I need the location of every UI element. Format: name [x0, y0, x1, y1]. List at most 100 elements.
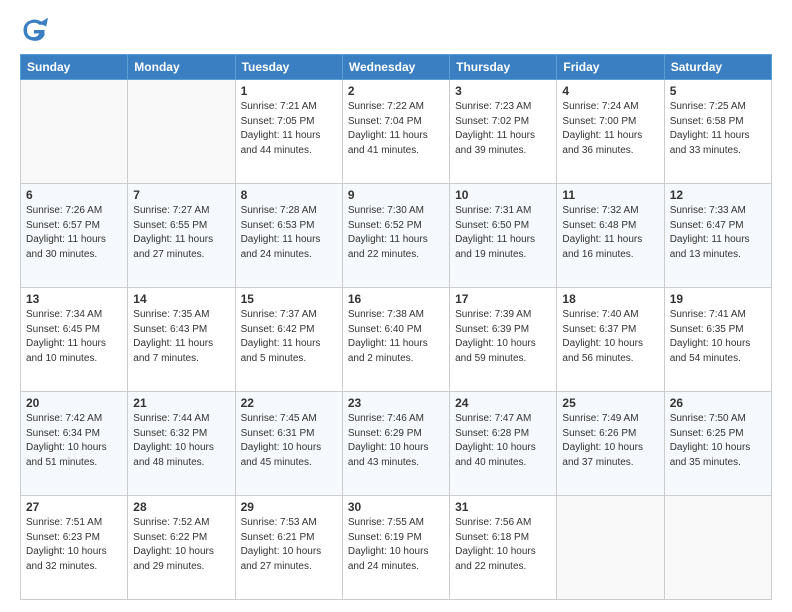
cell-info: Sunrise: 7:21 AMSunset: 7:05 PMDaylight:…	[241, 100, 337, 158]
calendar-cell: 29 Sunrise: 7:53 AMSunset: 6:21 PMDayligh…	[235, 496, 342, 600]
day-number: 16	[348, 292, 444, 306]
day-number: 29	[241, 500, 337, 514]
weekday-header-thursday: Thursday	[450, 55, 557, 80]
calendar-cell: 14 Sunrise: 7:35 AMSunset: 6:43 PMDayligh…	[128, 288, 235, 392]
cell-info: Sunrise: 7:50 AMSunset: 6:25 PMDaylight:…	[670, 412, 766, 470]
calendar-cell: 11 Sunrise: 7:32 AMSunset: 6:48 PMDayligh…	[557, 184, 664, 288]
calendar-cell: 28 Sunrise: 7:52 AMSunset: 6:22 PMDayligh…	[128, 496, 235, 600]
cell-info: Sunrise: 7:44 AMSunset: 6:32 PMDaylight:…	[133, 412, 229, 470]
week-row-4: 20 Sunrise: 7:42 AMSunset: 6:34 PMDayligh…	[21, 392, 772, 496]
day-number: 3	[455, 84, 551, 98]
cell-info: Sunrise: 7:33 AMSunset: 6:47 PMDaylight:…	[670, 204, 766, 262]
week-row-2: 6 Sunrise: 7:26 AMSunset: 6:57 PMDaylight…	[21, 184, 772, 288]
day-number: 28	[133, 500, 229, 514]
cell-info: Sunrise: 7:42 AMSunset: 6:34 PMDaylight:…	[26, 412, 122, 470]
calendar-cell: 30Sunrise: 7:55 AMSunset: 6:19 PMDayligh…	[342, 496, 449, 600]
calendar-cell: 25Sunrise: 7:49 AMSunset: 6:26 PMDayligh…	[557, 392, 664, 496]
cell-info: Sunrise: 7:46 AMSunset: 6:29 PMDaylight:…	[348, 412, 444, 470]
calendar-cell: 26 Sunrise: 7:50 AMSunset: 6:25 PMDayligh…	[664, 392, 771, 496]
calendar-cell: 19Sunrise: 7:41 AMSunset: 6:35 PMDayligh…	[664, 288, 771, 392]
cell-info: Sunrise: 7:26 AMSunset: 6:57 PMDaylight:…	[26, 204, 122, 262]
cell-info: Sunrise: 7:53 AMSunset: 6:21 PMDaylight:…	[241, 516, 337, 574]
day-number: 6	[26, 188, 122, 202]
calendar-cell: 16 Sunrise: 7:38 AMSunset: 6:40 PMDayligh…	[342, 288, 449, 392]
logo	[20, 16, 52, 44]
day-number: 31	[455, 500, 551, 514]
day-number: 19	[670, 292, 766, 306]
day-number: 22	[241, 396, 337, 410]
calendar-cell: 20 Sunrise: 7:42 AMSunset: 6:34 PMDayligh…	[21, 392, 128, 496]
calendar-table: SundayMondayTuesdayWednesdayThursdayFrid…	[20, 54, 772, 600]
calendar-cell: 7 Sunrise: 7:27 AMSunset: 6:55 PMDaylight…	[128, 184, 235, 288]
calendar-cell	[128, 80, 235, 184]
calendar-cell: 10 Sunrise: 7:31 AMSunset: 6:50 PMDayligh…	[450, 184, 557, 288]
day-number: 20	[26, 396, 122, 410]
cell-info: Sunrise: 7:31 AMSunset: 6:50 PMDaylight:…	[455, 204, 551, 262]
day-number: 5	[670, 84, 766, 98]
day-number: 10	[455, 188, 551, 202]
cell-info: Sunrise: 7:40 AMSunset: 6:37 PMDaylight:…	[562, 308, 658, 366]
week-row-3: 13 Sunrise: 7:34 AMSunset: 6:45 PMDayligh…	[21, 288, 772, 392]
day-number: 14	[133, 292, 229, 306]
header	[20, 16, 772, 44]
calendar-cell: 18 Sunrise: 7:40 AMSunset: 6:37 PMDayligh…	[557, 288, 664, 392]
cell-info: Sunrise: 7:34 AMSunset: 6:45 PMDaylight:…	[26, 308, 122, 366]
week-row-5: 27Sunrise: 7:51 AMSunset: 6:23 PMDayligh…	[21, 496, 772, 600]
cell-info: Sunrise: 7:30 AMSunset: 6:52 PMDaylight:…	[348, 204, 444, 262]
week-row-1: 1 Sunrise: 7:21 AMSunset: 7:05 PMDaylight…	[21, 80, 772, 184]
day-number: 4	[562, 84, 658, 98]
calendar-cell: 24 Sunrise: 7:47 AMSunset: 6:28 PMDayligh…	[450, 392, 557, 496]
day-number: 12	[670, 188, 766, 202]
day-number: 1	[241, 84, 337, 98]
cell-info: Sunrise: 7:47 AMSunset: 6:28 PMDaylight:…	[455, 412, 551, 470]
calendar-cell: 22 Sunrise: 7:45 AMSunset: 6:31 PMDayligh…	[235, 392, 342, 496]
weekday-header-wednesday: Wednesday	[342, 55, 449, 80]
cell-info: Sunrise: 7:37 AMSunset: 6:42 PMDaylight:…	[241, 308, 337, 366]
calendar-cell: 31 Sunrise: 7:56 AMSunset: 6:18 PMDayligh…	[450, 496, 557, 600]
cell-info: Sunrise: 7:35 AMSunset: 6:43 PMDaylight:…	[133, 308, 229, 366]
cell-info: Sunrise: 7:45 AMSunset: 6:31 PMDaylight:…	[241, 412, 337, 470]
cell-info: Sunrise: 7:52 AMSunset: 6:22 PMDaylight:…	[133, 516, 229, 574]
cell-info: Sunrise: 7:56 AMSunset: 6:18 PMDaylight:…	[455, 516, 551, 574]
calendar-cell: 15 Sunrise: 7:37 AMSunset: 6:42 PMDayligh…	[235, 288, 342, 392]
day-number: 15	[241, 292, 337, 306]
calendar-cell: 6 Sunrise: 7:26 AMSunset: 6:57 PMDaylight…	[21, 184, 128, 288]
day-number: 18	[562, 292, 658, 306]
cell-info: Sunrise: 7:38 AMSunset: 6:40 PMDaylight:…	[348, 308, 444, 366]
cell-info: Sunrise: 7:49 AMSunset: 6:26 PMDaylight:…	[562, 412, 658, 470]
calendar-cell: 21 Sunrise: 7:44 AMSunset: 6:32 PMDayligh…	[128, 392, 235, 496]
day-number: 24	[455, 396, 551, 410]
calendar-cell: 4 Sunrise: 7:24 AMSunset: 7:00 PMDaylight…	[557, 80, 664, 184]
day-number: 7	[133, 188, 229, 202]
weekday-header-sunday: Sunday	[21, 55, 128, 80]
calendar-cell: 2Sunrise: 7:22 AMSunset: 7:04 PMDaylight…	[342, 80, 449, 184]
weekday-header-friday: Friday	[557, 55, 664, 80]
page: SundayMondayTuesdayWednesdayThursdayFrid…	[0, 0, 792, 612]
day-number: 30	[348, 500, 444, 514]
cell-info: Sunrise: 7:22 AMSunset: 7:04 PMDaylight:…	[348, 100, 444, 158]
calendar-cell: 1 Sunrise: 7:21 AMSunset: 7:05 PMDaylight…	[235, 80, 342, 184]
calendar-cell: 23 Sunrise: 7:46 AMSunset: 6:29 PMDayligh…	[342, 392, 449, 496]
day-number: 8	[241, 188, 337, 202]
weekday-header-row: SundayMondayTuesdayWednesdayThursdayFrid…	[21, 55, 772, 80]
cell-info: Sunrise: 7:24 AMSunset: 7:00 PMDaylight:…	[562, 100, 658, 158]
cell-info: Sunrise: 7:32 AMSunset: 6:48 PMDaylight:…	[562, 204, 658, 262]
cell-info: Sunrise: 7:27 AMSunset: 6:55 PMDaylight:…	[133, 204, 229, 262]
weekday-header-monday: Monday	[128, 55, 235, 80]
calendar-cell: 9 Sunrise: 7:30 AMSunset: 6:52 PMDaylight…	[342, 184, 449, 288]
calendar-cell: 8Sunrise: 7:28 AMSunset: 6:53 PMDaylight…	[235, 184, 342, 288]
calendar-cell	[21, 80, 128, 184]
day-number: 26	[670, 396, 766, 410]
cell-info: Sunrise: 7:39 AMSunset: 6:39 PMDaylight:…	[455, 308, 551, 366]
day-number: 13	[26, 292, 122, 306]
day-number: 23	[348, 396, 444, 410]
cell-info: Sunrise: 7:25 AMSunset: 6:58 PMDaylight:…	[670, 100, 766, 158]
day-number: 11	[562, 188, 658, 202]
cell-info: Sunrise: 7:51 AMSunset: 6:23 PMDaylight:…	[26, 516, 122, 574]
calendar-cell: 12 Sunrise: 7:33 AMSunset: 6:47 PMDayligh…	[664, 184, 771, 288]
logo-icon	[20, 16, 48, 44]
day-number: 21	[133, 396, 229, 410]
calendar-cell	[664, 496, 771, 600]
day-number: 9	[348, 188, 444, 202]
cell-info: Sunrise: 7:23 AMSunset: 7:02 PMDaylight:…	[455, 100, 551, 158]
